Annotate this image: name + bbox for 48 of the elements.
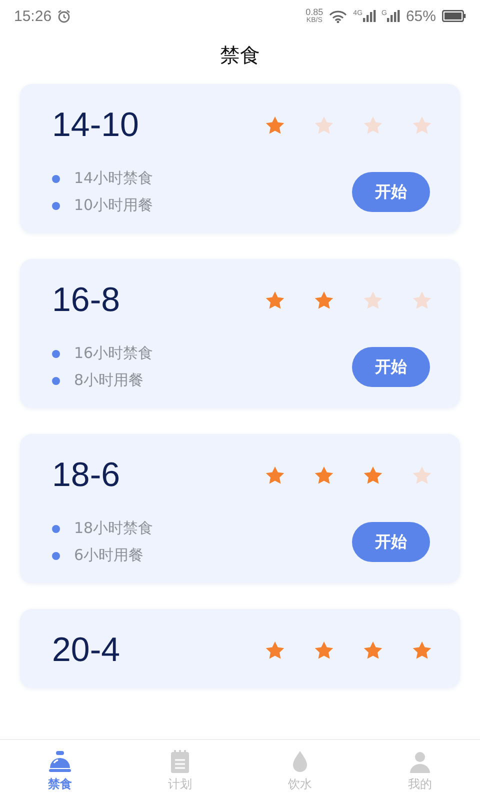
page-title: 禁食 xyxy=(220,42,260,68)
battery-icon xyxy=(442,10,466,22)
plan-detail: 10小时用餐 xyxy=(74,196,154,215)
signal-icon xyxy=(386,10,400,22)
plan-name: 20-4 xyxy=(52,631,120,670)
plan-name: 18-6 xyxy=(52,456,120,495)
nav-tab[interactable]: 计划 xyxy=(120,740,240,800)
plan-detail: 16小时禁食 xyxy=(74,344,154,363)
nav-tab[interactable]: 饮水 xyxy=(240,740,360,800)
star-icon xyxy=(264,115,286,136)
star-icon xyxy=(313,640,335,661)
start-button[interactable]: 开始 xyxy=(352,522,430,562)
wifi-icon xyxy=(329,10,348,22)
plan-detail: 14小时禁食 xyxy=(74,169,154,188)
star-icon xyxy=(313,115,335,136)
plan-detail: 6小时用餐 xyxy=(74,546,144,565)
alarm-icon xyxy=(56,9,71,23)
plan-name: 14-10 xyxy=(52,106,139,145)
star-icon xyxy=(411,640,433,661)
star-icon xyxy=(411,115,433,136)
star-icon xyxy=(264,465,286,486)
star-icon xyxy=(313,290,335,311)
bullet-dot xyxy=(52,552,60,560)
start-button[interactable]: 开始 xyxy=(352,347,430,387)
star-icon xyxy=(264,640,286,661)
star-icon xyxy=(264,290,286,311)
star-icon xyxy=(362,290,384,311)
plan-name: 16-8 xyxy=(52,281,120,320)
start-button[interactable]: 开始 xyxy=(352,172,430,212)
plan-detail: 8小时用餐 xyxy=(74,371,144,390)
clock-time: 15:26 xyxy=(14,8,52,24)
nav-tab[interactable]: 禁食 xyxy=(0,740,120,800)
bullet-dot xyxy=(52,202,60,210)
nav-tab[interactable]: 我的 xyxy=(360,740,480,800)
star-icon xyxy=(362,115,384,136)
star-icon xyxy=(362,640,384,661)
signal-icon xyxy=(362,10,376,22)
battery-percent: 65% xyxy=(406,8,436,24)
network-speed: 0.85 xyxy=(306,8,324,17)
bullet-dot xyxy=(52,350,60,358)
bullet-dot xyxy=(52,376,60,384)
bullet-dot xyxy=(52,174,60,182)
star-icon xyxy=(411,465,433,486)
star-icon xyxy=(313,465,335,486)
plan-detail: 18小时禁食 xyxy=(74,519,154,538)
bullet-dot xyxy=(52,524,60,532)
star-icon xyxy=(362,465,384,486)
star-icon xyxy=(411,290,433,311)
